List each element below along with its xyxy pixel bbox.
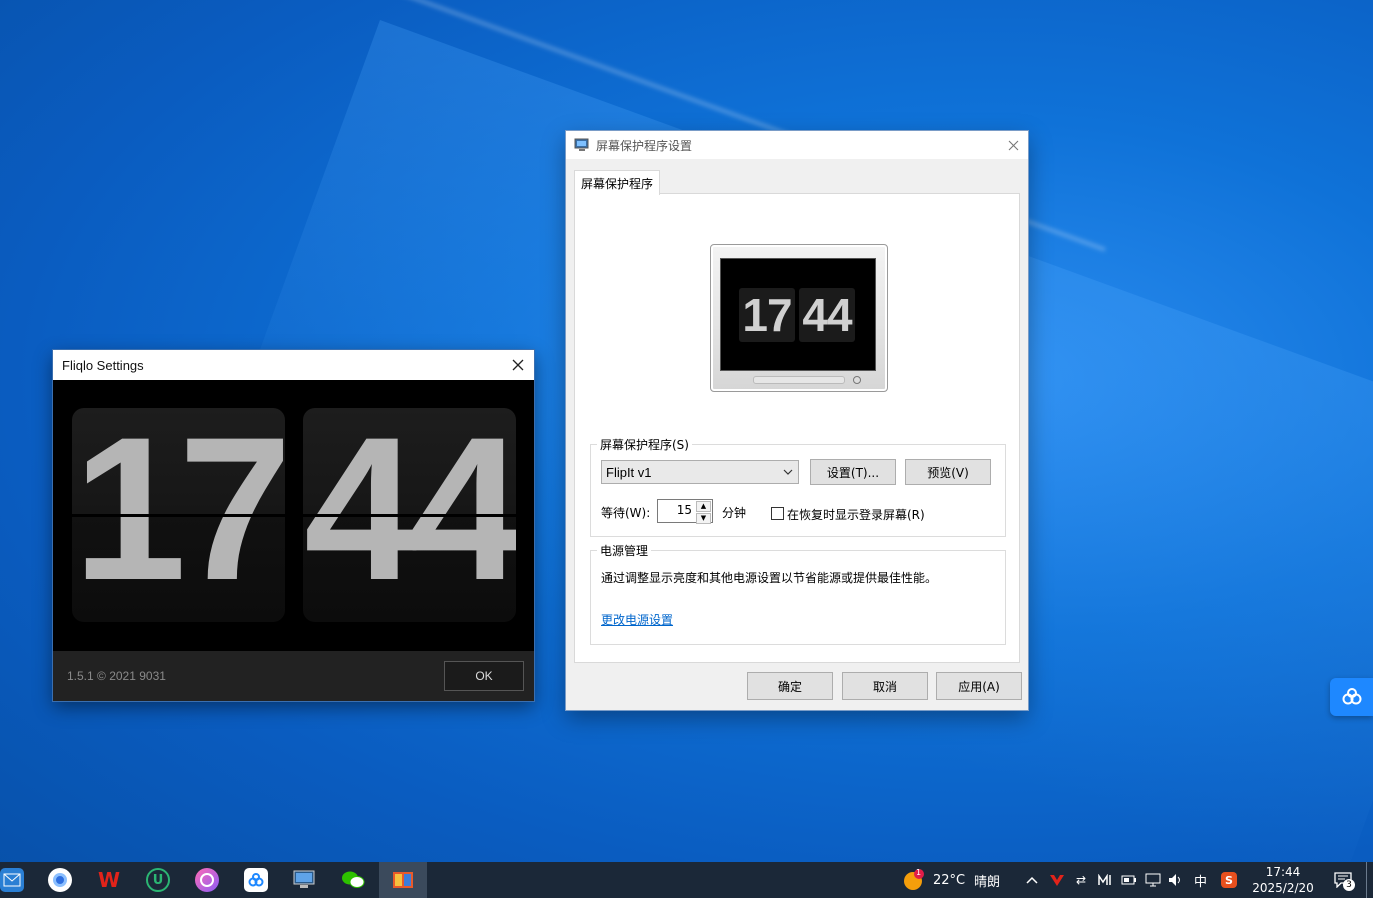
monitor-icon [574, 138, 589, 151]
antivirus-icon[interactable] [1048, 871, 1066, 889]
stepper-arrows[interactable]: ▲ ▼ [696, 501, 711, 524]
stepper-down-icon[interactable]: ▼ [696, 513, 711, 524]
weather-badge: 1 [916, 868, 922, 877]
transfer-icon[interactable]: ⇄ [1072, 871, 1090, 889]
resume-login-checkbox[interactable] [771, 507, 784, 520]
notification-count: 3 [1343, 879, 1355, 891]
stepper-up-icon[interactable]: ▲ [696, 501, 711, 512]
media-icon [195, 868, 219, 892]
preview-hours: 17 [739, 288, 795, 342]
wps-icon: W [97, 868, 121, 892]
taskbar-cloud-drive[interactable] [232, 862, 280, 898]
screensaver-group: 屏幕保护程序(S) FlipIt v1 设置(T)... 预览(V) 等待(W)… [590, 436, 1006, 537]
minutes-digits: 44 [304, 408, 516, 622]
floating-assistant-button[interactable] [1330, 678, 1373, 716]
version-text: 1.5.1 © 2021 9031 [67, 669, 166, 683]
cancel-button[interactable]: 取消 [842, 672, 928, 700]
weather-temp[interactable]: 22°C [933, 862, 965, 898]
taskbar-editor[interactable]: U [134, 862, 182, 898]
ok-button[interactable]: OK [444, 661, 524, 691]
wait-label: 等待(W): [601, 506, 651, 520]
flip-clock-preview: 17 44 [53, 380, 534, 650]
monitor-icon [292, 868, 316, 892]
minutes-label: 分钟 [722, 506, 747, 520]
screensaver-selected-value: FlipIt v1 [606, 464, 652, 480]
taskbar-wps[interactable]: W [85, 862, 133, 898]
fliqlo-titlebar: Fliqlo Settings [53, 350, 534, 380]
chevron-up-icon[interactable] [1023, 871, 1041, 889]
taskbar: W U 1 22°C 晴朗 ⇄ 中 S 17:44 2025/2/20 3 [0, 862, 1373, 898]
dialog-title: 屏幕保护程序设置 [596, 138, 693, 153]
screensaver-tab-panel: 17 44 屏幕保护程序(S) FlipIt v1 设置(T)... 预览(V)… [574, 193, 1020, 663]
change-power-settings-link[interactable]: 更改电源设置 [601, 611, 673, 628]
minutes-card: 44 [303, 408, 516, 622]
preview-screen: 17 44 [720, 258, 876, 371]
power-description: 通过调整显示亮度和其他电源设置以节省能源或提供最佳性能。 [601, 571, 938, 585]
taskbar-mail[interactable] [0, 862, 36, 898]
taskbar-clock[interactable]: 17:44 2025/2/20 [1248, 864, 1318, 896]
ok-button[interactable]: 确定 [747, 672, 833, 700]
notification-center-icon[interactable]: 3 [1331, 871, 1355, 891]
hours-card: 17 [72, 408, 285, 622]
power-management-group: 电源管理 通过调整显示亮度和其他电源设置以节省能源或提供最佳性能。 更改电源设置 [590, 542, 1006, 645]
card-split-line [72, 514, 285, 517]
battery-icon[interactable] [1120, 871, 1138, 889]
taskbar-screensaver[interactable] [280, 862, 328, 898]
taskbar-media[interactable] [183, 862, 231, 898]
screensaver-settings-dialog: 屏幕保护程序设置 屏幕保护程序 17 44 屏幕保护程序(S) FlipIt v… [566, 131, 1028, 710]
preview-button[interactable]: 预览(V) [905, 459, 991, 485]
monitor-base [753, 376, 845, 384]
resume-login-label[interactable]: 在恢复时显示登录屏幕(R) [787, 506, 925, 523]
cloud-drive-icon [1342, 688, 1361, 705]
screensaver-preview-monitor: 17 44 [710, 244, 888, 392]
weather-condition[interactable]: 晴朗 [974, 862, 1000, 898]
browser-icon [48, 868, 72, 892]
screensaver-select[interactable]: FlipIt v1 [601, 460, 799, 484]
weather-icon[interactable]: 1 [903, 868, 925, 891]
close-icon [512, 359, 524, 371]
taskbar-browser[interactable] [36, 862, 84, 898]
close-icon [1008, 140, 1018, 150]
close-button[interactable] [502, 350, 534, 380]
preview-minutes: 44 [799, 288, 855, 342]
volume-icon[interactable] [1167, 871, 1185, 889]
chevron-down-icon [783, 469, 793, 475]
close-button[interactable] [998, 131, 1028, 159]
settings-button[interactable]: 设置(T)... [810, 459, 896, 485]
wechat-icon [341, 868, 365, 892]
power-led [853, 376, 861, 384]
screensaver-group-legend: 屏幕保护程序(S) [597, 436, 692, 453]
power-group-legend: 电源管理 [597, 542, 652, 559]
taskbar-wechat[interactable] [329, 862, 377, 898]
show-desktop-button[interactable] [1366, 862, 1367, 898]
network-monitor-icon[interactable] [1096, 871, 1114, 889]
clock-time: 17:44 [1265, 865, 1301, 879]
card-split-line [303, 514, 516, 517]
sogou-ime-icon[interactable]: S [1220, 871, 1238, 889]
wait-minutes-stepper[interactable]: 15 ▲ ▼ [657, 499, 713, 524]
svg-text:S: S [1225, 874, 1233, 887]
window-title: Fliqlo Settings [62, 357, 144, 373]
tab-screensaver[interactable]: 屏幕保护程序 [574, 170, 661, 195]
network-icon[interactable] [1144, 871, 1162, 889]
taskbar-fliqlo[interactable] [379, 862, 427, 898]
dialog-titlebar: 屏幕保护程序设置 [566, 131, 1028, 159]
fliqlo-app-icon [391, 868, 415, 892]
clock-date: 2025/2/20 [1252, 881, 1314, 895]
editor-icon: U [146, 868, 170, 892]
wait-value: 15 [676, 503, 692, 517]
fliqlo-settings-window: Fliqlo Settings 17 44 1.5.1 © 2021 9031 … [53, 350, 534, 701]
input-method-indicator[interactable]: 中 [1194, 862, 1207, 898]
mail-icon [0, 868, 24, 892]
fliqlo-footer: 1.5.1 © 2021 9031 OK [53, 651, 534, 701]
apply-button[interactable]: 应用(A) [936, 672, 1022, 700]
hours-digits: 17 [73, 408, 285, 622]
cloud-drive-icon [244, 868, 268, 892]
